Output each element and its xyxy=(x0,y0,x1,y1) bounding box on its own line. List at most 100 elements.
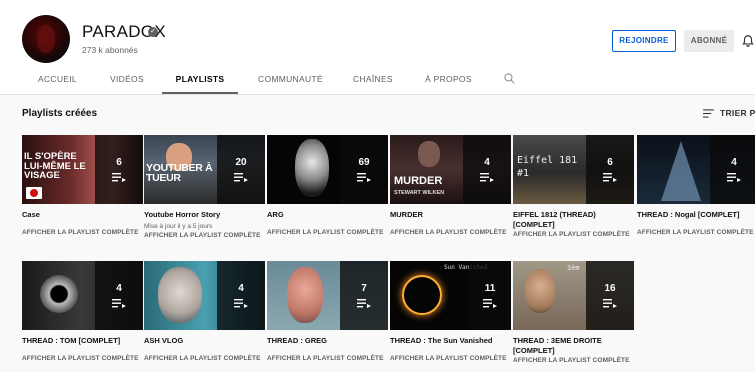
playlist-card[interactable]: 3èm 16 THREAD : 3EME DROITE [COMPLET] AF… xyxy=(513,261,634,364)
playlist-title[interactable]: THREAD : 3EME DROITE [COMPLET] xyxy=(513,336,634,356)
person-face xyxy=(525,269,555,313)
playlist-title[interactable]: ARG xyxy=(267,210,388,220)
thumbnail-subcaption: STEWART WILKEN xyxy=(394,190,445,196)
flag-icon xyxy=(26,187,42,199)
subscriber-count: 273 k abonnés xyxy=(82,45,138,55)
thumbnail-caption: Eiffel 181 xyxy=(517,155,578,166)
verified-check-icon: ✓ xyxy=(148,27,158,37)
playlist-card[interactable]: 4 THREAD : TOM [COMPLET] AFFICHER LA PLA… xyxy=(22,261,143,362)
view-full-playlist-link[interactable]: AFFICHER LA PLAYLIST COMPLÈTE xyxy=(22,355,143,362)
playlist-icon xyxy=(480,173,494,182)
playlist-thumbnail[interactable]: IL S'OPÈRE LUI-MÊME LE VISAGE 6 xyxy=(22,135,143,204)
playlist-title[interactable]: ASH VLOG xyxy=(144,336,265,346)
view-full-playlist-link[interactable]: AFFICHER LA PLAYLIST COMPLÈTE xyxy=(637,229,755,236)
video-count: 4 xyxy=(484,157,490,168)
playlist-thumbnail[interactable]: 4 xyxy=(144,261,265,330)
playlist-thumbnail[interactable]: YOUTUBER À TUEUR 20 xyxy=(144,135,265,204)
playlist-icon xyxy=(603,299,617,308)
view-full-playlist-link[interactable]: AFFICHER LA PLAYLIST COMPLÈTE xyxy=(267,229,388,236)
playlist-card[interactable]: 7 THREAD : GREG AFFICHER LA PLAYLIST COM… xyxy=(267,261,388,362)
view-full-playlist-link[interactable]: AFFICHER LA PLAYLIST COMPLÈTE xyxy=(390,355,511,362)
playlist-thumbnail[interactable]: MURDER STEWART WILKEN 4 xyxy=(390,135,511,204)
view-full-playlist-link[interactable]: AFFICHER LA PLAYLIST COMPLÈTE xyxy=(513,231,634,238)
sort-icon xyxy=(703,108,714,118)
playlist-card[interactable]: Sun Vanished 11 THREAD : The Sun Vanishe… xyxy=(390,261,511,362)
thumbnail-caption: IL S'OPÈRE LUI-MÊME LE VISAGE xyxy=(24,151,86,181)
view-full-playlist-link[interactable]: AFFICHER LA PLAYLIST COMPLÈTE xyxy=(390,229,511,236)
view-full-playlist-link[interactable]: AFFICHER LA PLAYLIST COMPLÈTE xyxy=(267,355,388,362)
playlist-title[interactable]: THREAD : Nogal [COMPLET] xyxy=(637,210,755,220)
glitch-face xyxy=(295,139,329,197)
tab-channels[interactable]: CHAÎNES xyxy=(353,68,393,94)
playlist-icon xyxy=(357,299,371,308)
thumbnail-caption: MURDER xyxy=(394,175,443,187)
playlist-icon xyxy=(112,299,126,308)
video-count: 11 xyxy=(484,283,496,294)
playlist-thumbnail[interactable]: 7 xyxy=(267,261,388,330)
thumbnail-caption: 3èm xyxy=(567,264,580,272)
playlist-card[interactable]: Eiffel 181 #1 6 EIFFEL 1812 (THREAD) [CO… xyxy=(513,135,634,238)
eclipse-ring xyxy=(402,275,442,315)
join-button[interactable]: REJOINDRE xyxy=(612,30,676,52)
playlist-icon xyxy=(234,299,248,308)
video-count: 4 xyxy=(116,283,122,294)
playlist-icon xyxy=(483,299,497,308)
person-face xyxy=(287,267,323,323)
playlist-title[interactable]: THREAD : GREG xyxy=(267,336,388,346)
playlist-card[interactable]: 4 THREAD : Nogal [COMPLET] AFFICHER LA P… xyxy=(637,135,755,236)
video-count: 6 xyxy=(116,157,122,168)
eye-closeup xyxy=(40,275,78,313)
tab-playlists[interactable]: PLAYLISTS xyxy=(162,68,238,94)
playlist-title[interactable]: THREAD : TOM [COMPLET] xyxy=(22,336,143,346)
channel-avatar[interactable] xyxy=(22,15,70,63)
sort-label: TRIER PA xyxy=(720,108,755,118)
playlist-thumbnail[interactable]: 4 xyxy=(637,135,755,204)
video-count: 16 xyxy=(604,283,616,294)
playlist-title[interactable]: Case xyxy=(22,210,143,220)
video-count: 6 xyxy=(607,157,613,168)
playlist-updated: Mise à jour il y a 5 jours xyxy=(144,223,213,230)
playlist-title[interactable]: MURDER xyxy=(390,210,511,220)
view-full-playlist-link[interactable]: AFFICHER LA PLAYLIST COMPLÈTE xyxy=(144,355,265,362)
section-title: Playlists créées xyxy=(22,108,98,119)
video-count: 7 xyxy=(361,283,367,294)
smiling-face xyxy=(158,267,202,323)
playlist-thumbnail[interactable]: 4 xyxy=(22,261,143,330)
playlist-card[interactable]: MURDER STEWART WILKEN 4 MURDER AFFICHER … xyxy=(390,135,511,236)
video-count: 4 xyxy=(731,157,737,168)
person-face xyxy=(418,141,440,167)
playlist-icon xyxy=(234,173,248,182)
playlist-card[interactable]: 4 ASH VLOG AFFICHER LA PLAYLIST COMPLÈTE xyxy=(144,261,265,362)
playlist-title[interactable]: Youtube Horror Story xyxy=(144,210,265,220)
view-full-playlist-link[interactable]: AFFICHER LA PLAYLIST COMPLÈTE xyxy=(513,357,634,364)
playlist-card[interactable]: IL S'OPÈRE LUI-MÊME LE VISAGE 6 Case AFF… xyxy=(22,135,143,236)
playlist-icon xyxy=(727,173,741,182)
tab-community[interactable]: COMMUNAUTÉ xyxy=(258,68,323,94)
playlist-icon xyxy=(357,173,371,182)
playlist-card[interactable]: YOUTUBER À TUEUR 20 Youtube Horror Story… xyxy=(144,135,265,239)
sort-button[interactable]: TRIER PA xyxy=(703,108,755,118)
bell-icon[interactable] xyxy=(741,34,755,48)
playlist-thumbnail[interactable]: Sun Vanished 11 xyxy=(390,261,511,330)
view-full-playlist-link[interactable]: AFFICHER LA PLAYLIST COMPLÈTE xyxy=(22,229,143,236)
search-icon[interactable] xyxy=(503,72,516,85)
playlist-title[interactable]: EIFFEL 1812 (THREAD) [COMPLET] xyxy=(513,210,634,230)
playlist-thumbnail[interactable]: Eiffel 181 #1 6 xyxy=(513,135,634,204)
playlist-icon xyxy=(112,173,126,182)
channel-tabs: ACCUEIL VIDÉOS PLAYLISTS COMMUNAUTÉ CHAÎ… xyxy=(0,68,755,94)
thumbnail-subcaption: #1 xyxy=(517,168,530,179)
playlist-thumbnail[interactable]: 3èm 16 xyxy=(513,261,634,330)
video-count: 4 xyxy=(238,283,244,294)
tab-home[interactable]: ACCUEIL xyxy=(38,68,77,94)
tab-videos[interactable]: VIDÉOS xyxy=(110,68,144,94)
subscribed-button[interactable]: ABONNÉ xyxy=(684,30,734,52)
view-full-playlist-link[interactable]: AFFICHER LA PLAYLIST COMPLÈTE xyxy=(144,232,265,239)
playlist-icon xyxy=(603,173,617,182)
playlist-card[interactable]: 69 ARG AFFICHER LA PLAYLIST COMPLÈTE xyxy=(267,135,388,236)
thumbnail-caption: YOUTUBER À TUEUR xyxy=(146,162,213,184)
playlist-title[interactable]: THREAD : The Sun Vanished xyxy=(390,336,511,346)
channel-header: PARADOX ✓ 273 k abonnés REJOINDRE ABONNÉ… xyxy=(0,0,755,95)
playlist-thumbnail[interactable]: 69 xyxy=(267,135,388,204)
tab-about[interactable]: À PROPOS xyxy=(425,68,472,94)
video-count: 69 xyxy=(358,157,370,168)
